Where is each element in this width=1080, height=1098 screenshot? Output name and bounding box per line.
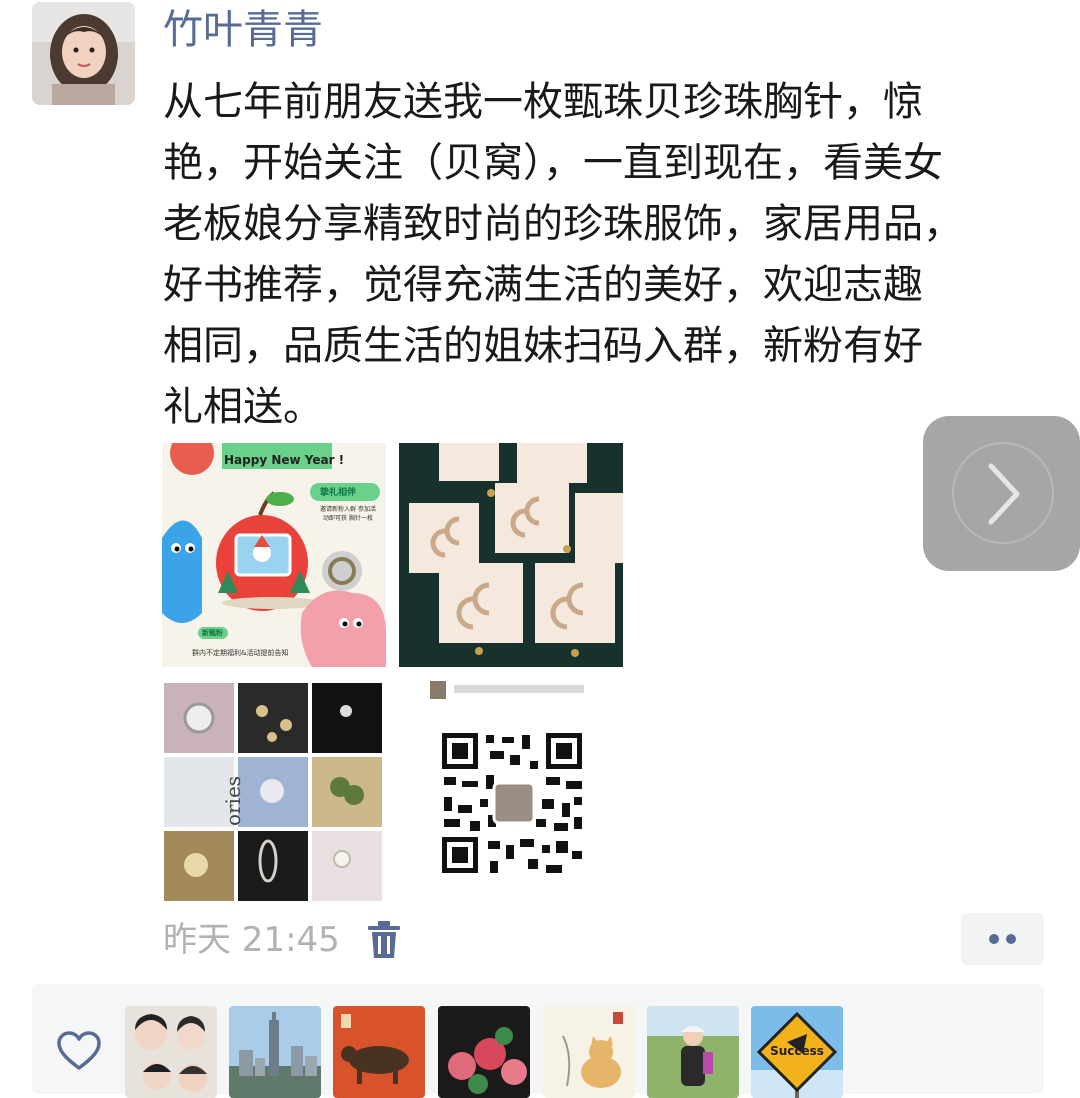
more-dots-icon bbox=[989, 934, 1016, 944]
poster-headline: Happy New Year ! bbox=[224, 453, 345, 467]
post-text-line: 相同，品质生活的姐妹扫码入群，新粉有好 bbox=[163, 323, 923, 369]
post-text-line: 老板娘分享精致时尚的珍珠服饰，家居用品， bbox=[163, 201, 963, 247]
poster-footer: 群内不定期福利&活动提前告知 bbox=[192, 649, 289, 657]
poster-gift-desc: 邀请新粉入群 参加活动即可获 胸针一枚 bbox=[320, 506, 376, 522]
liker-photo-friends bbox=[125, 1006, 217, 1098]
qr-code-art bbox=[430, 681, 584, 873]
post-text-line: 从七年前朋友送我一枚甄珠贝珍珠胸针，惊 bbox=[163, 79, 923, 125]
post-image-poster[interactable]: Happy New Year ! 挚礼相伴 邀请新粉入群 参加活动即可获 胸针一… bbox=[162, 443, 386, 667]
brooch-boxes-art bbox=[399, 443, 623, 667]
liker-avatar[interactable] bbox=[125, 1006, 217, 1098]
post-text-line: 好书推荐，觉得充满生活的美好，欢迎志趣 bbox=[163, 262, 923, 308]
post-image-collage[interactable]: ories bbox=[162, 681, 386, 903]
more-actions-button[interactable] bbox=[961, 913, 1044, 965]
liker-avatar[interactable] bbox=[543, 1006, 635, 1098]
liker-avatar[interactable]: Success bbox=[751, 1006, 843, 1098]
liker-avatar[interactable] bbox=[229, 1006, 321, 1098]
heart-icon bbox=[56, 1030, 102, 1072]
author-avatar-photo bbox=[32, 2, 135, 105]
delete-post-button[interactable] bbox=[366, 920, 402, 960]
liker-photo-flowers bbox=[438, 1006, 530, 1098]
post-text-line: 艳，开始关注（贝窝），一直到现在，看美女 bbox=[163, 140, 943, 186]
liker-photo-skyline bbox=[229, 1006, 321, 1098]
liker-photo-cat-sketch bbox=[543, 1006, 635, 1098]
post-image-qr-code[interactable] bbox=[410, 681, 610, 903]
collage-art bbox=[164, 683, 382, 901]
liker-avatar[interactable] bbox=[333, 1006, 425, 1098]
chevron-right-icon bbox=[952, 442, 1054, 544]
poster-art bbox=[162, 443, 386, 667]
collage-text: ories bbox=[221, 775, 246, 827]
success-sign-text: Success bbox=[770, 1044, 824, 1058]
author-name[interactable]: 竹叶青青 bbox=[163, 4, 323, 56]
post-image-brooch-boxes[interactable] bbox=[399, 443, 623, 667]
post-text-line: 礼相送。 bbox=[163, 384, 323, 430]
liker-avatar[interactable] bbox=[438, 1006, 530, 1098]
post-text: 从七年前朋友送我一枚甄珠贝珍珠胸针，惊 艳，开始关注（贝窝），一直到现在，看美女… bbox=[163, 72, 1043, 438]
author-avatar[interactable] bbox=[32, 2, 135, 105]
liker-photo-hiker bbox=[647, 1006, 739, 1098]
trash-icon bbox=[368, 921, 400, 958]
poster-tag-new: 新甄粉 bbox=[202, 629, 223, 637]
post-timestamp: 昨天 21:45 bbox=[163, 920, 340, 960]
poster-tag-gift: 挚礼相伴 bbox=[320, 488, 357, 498]
liker-photo-ox bbox=[333, 1006, 425, 1098]
next-image-button[interactable] bbox=[923, 416, 1080, 571]
liker-avatar[interactable] bbox=[647, 1006, 739, 1098]
